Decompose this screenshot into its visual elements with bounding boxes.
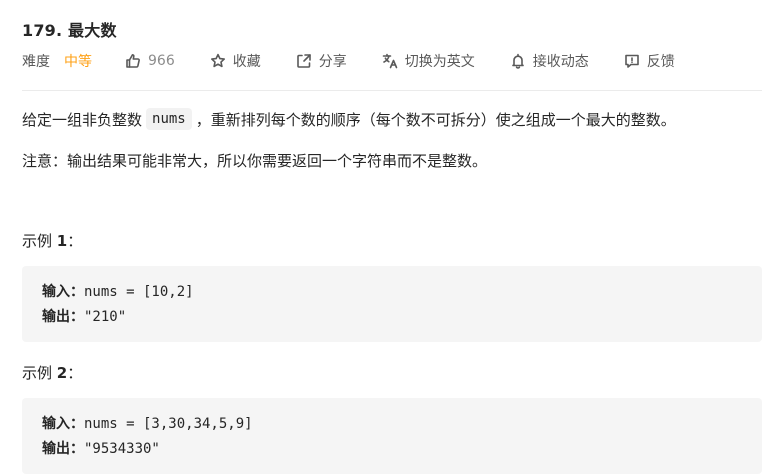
favorite-label: 收藏 bbox=[232, 54, 261, 70]
example-number: 1 bbox=[56, 232, 68, 250]
share-icon bbox=[295, 52, 313, 70]
output-value: "9534330" bbox=[84, 441, 160, 457]
example-output-line: 输出："210" bbox=[42, 305, 742, 330]
example-1-code-block: 输入：nums = [10,2] 输出："210" bbox=[22, 266, 762, 342]
header-divider bbox=[22, 90, 762, 91]
favorite-button[interactable]: 收藏 bbox=[209, 51, 261, 71]
difficulty: 难度 中等 bbox=[22, 51, 92, 71]
output-label: 输出： bbox=[42, 309, 84, 325]
example-number: 2 bbox=[56, 364, 68, 382]
translate-button[interactable]: 切换为英文 bbox=[381, 51, 475, 71]
share-button[interactable]: 分享 bbox=[295, 51, 347, 71]
description-text-cont: ，重新排列每个数的顺序（每个数不可拆分）使之组成一个最大的整数。 bbox=[195, 110, 676, 129]
difficulty-label: 难度 bbox=[22, 54, 50, 70]
example-title-suffix: ： bbox=[67, 232, 83, 250]
problem-toolbar: 难度 中等 966 收藏 分享 切换为英文 接收动态 反馈 bbox=[22, 50, 675, 72]
subscribe-label: 接收动态 bbox=[532, 54, 589, 70]
input-label: 输入： bbox=[42, 416, 84, 432]
description-text: 给定一组非负整数 bbox=[22, 110, 143, 129]
like-count: 966 bbox=[148, 53, 175, 69]
code-chip-nums: nums bbox=[146, 108, 192, 130]
feedback-label: 反馈 bbox=[646, 54, 675, 70]
problem-note: 注意：输出结果可能非常大，所以你需要返回一个字符串而不是整数。 bbox=[22, 152, 488, 170]
like-button[interactable]: 966 bbox=[124, 52, 175, 70]
output-label: 输出： bbox=[42, 441, 84, 457]
star-icon bbox=[209, 52, 227, 70]
input-value: nums = [3,30,34,5,9] bbox=[84, 416, 253, 432]
feedback-icon bbox=[623, 52, 641, 70]
input-value: nums = [10,2] bbox=[84, 284, 194, 300]
example-title-prefix: 示例 bbox=[22, 232, 57, 250]
subscribe-button[interactable]: 接收动态 bbox=[509, 51, 589, 71]
difficulty-value: 中等 bbox=[64, 54, 92, 70]
input-label: 输入： bbox=[42, 284, 84, 300]
bell-icon bbox=[509, 52, 527, 70]
example-input-line: 输入：nums = [3,30,34,5,9] bbox=[42, 412, 742, 437]
example-1-title: 示例 1： bbox=[22, 230, 82, 251]
example-title-prefix: 示例 bbox=[22, 364, 57, 382]
example-output-line: 输出："9534330" bbox=[42, 437, 742, 462]
problem-description: 给定一组非负整数 nums ，重新排列每个数的顺序（每个数不可拆分）使之组成一个… bbox=[22, 108, 676, 130]
translate-icon bbox=[381, 52, 399, 70]
example-2-title: 示例 2： bbox=[22, 362, 82, 383]
share-label: 分享 bbox=[318, 54, 347, 70]
output-value: "210" bbox=[84, 309, 127, 325]
feedback-button[interactable]: 反馈 bbox=[623, 51, 675, 71]
problem-title: 179. 最大数 bbox=[22, 21, 117, 40]
example-2-code-block: 输入：nums = [3,30,34,5,9] 输出："9534330" bbox=[22, 398, 762, 474]
example-input-line: 输入：nums = [10,2] bbox=[42, 280, 742, 305]
translate-label: 切换为英文 bbox=[404, 54, 475, 70]
thumbs-up-icon bbox=[124, 52, 142, 70]
example-title-suffix: ： bbox=[67, 364, 83, 382]
